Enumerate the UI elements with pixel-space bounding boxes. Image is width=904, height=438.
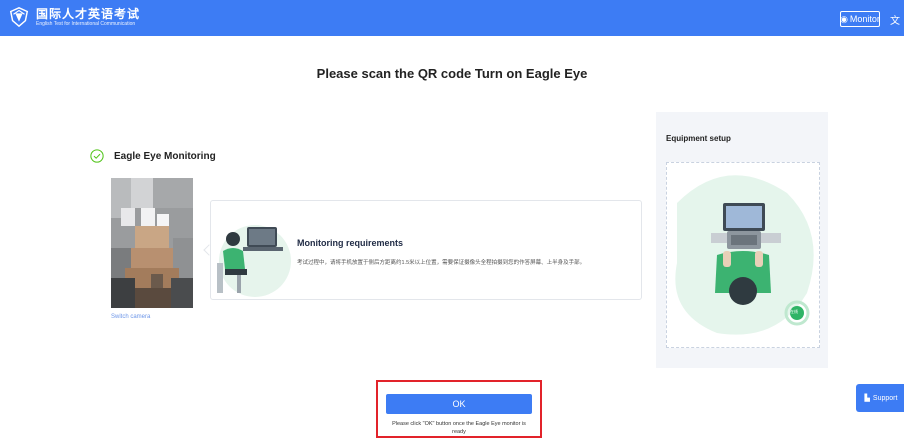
brand-name: 国际人才英语考试 bbox=[36, 6, 141, 21]
camera-feed-image bbox=[111, 178, 193, 308]
camera-preview bbox=[111, 178, 193, 308]
equipment-setup-panel: Equipment setup 在线 bbox=[656, 112, 828, 368]
switch-camera-link[interactable]: Switch camera bbox=[111, 314, 150, 320]
support-button[interactable]: ▙ Support bbox=[856, 384, 904, 412]
shield-logo-icon bbox=[9, 7, 29, 28]
online-badge: 在线 bbox=[790, 309, 798, 314]
eagle-eye-title: Eagle Eye Monitoring bbox=[114, 150, 216, 162]
monitoring-requirements-card: Monitoring requirements 考试过程中，请将手机放置于侧后方… bbox=[210, 200, 642, 300]
equipment-setup-frame: 在线 bbox=[666, 162, 820, 348]
headset-icon: ▙ bbox=[864, 395, 870, 402]
eye-icon: ◉ bbox=[840, 13, 848, 24]
support-label: Support bbox=[872, 394, 898, 402]
person-at-laptop-illustration bbox=[217, 225, 291, 297]
top-bar: 国际人才英语考试 English Test for International … bbox=[0, 0, 904, 36]
page-title: Please scan the QR code Turn on Eagle Ey… bbox=[316, 66, 588, 81]
ok-instruction-text: Please click "OK" button once the Eagle … bbox=[392, 421, 526, 435]
brand: 国际人才英语考试 English Test for International … bbox=[8, 6, 140, 28]
monitor-button[interactable]: ◉ Monitor bbox=[840, 11, 880, 27]
ok-button[interactable]: OK bbox=[386, 394, 532, 414]
eagle-eye-header: Eagle Eye Monitoring bbox=[90, 149, 216, 163]
top-view-setup-illustration bbox=[675, 175, 814, 335]
language-icon[interactable]: 文 bbox=[890, 12, 900, 27]
monitor-label: Monitor bbox=[849, 14, 880, 24]
requirements-title: Monitoring requirements bbox=[297, 238, 404, 248]
check-circle-icon bbox=[90, 149, 104, 163]
requirements-text: 考试过程中，请将手机放置于侧后方距离约1.5米以上位置，需要保证摄像头全程拍摄到… bbox=[297, 260, 586, 266]
brand-subtitle: English Test for International Communica… bbox=[36, 20, 136, 27]
equipment-setup-title: Equipment setup bbox=[666, 134, 731, 143]
